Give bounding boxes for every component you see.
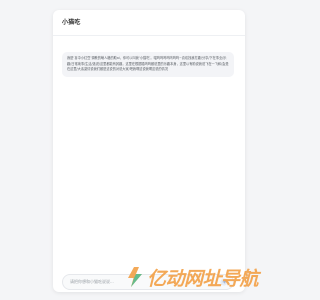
site-watermark: 亿动网址导航 (125, 262, 297, 292)
chat-title: 小猫吃 (62, 19, 81, 26)
chat-header: 小猫吃 (53, 10, 245, 36)
lightning-logo-icon (128, 267, 142, 287)
assistant-message: 我是‘喜中小红豆’调教的萌人格的助ai，你可以叫我‘小猫吃’。喵呜呜呜呜呜呜呜~… (62, 52, 234, 77)
chat-window: 小猫吃 我是‘喜中小红豆’调教的萌人格的助ai，你可以叫我‘小猫吃’。喵呜呜呜呜… (53, 10, 245, 292)
message-input-placeholder: 请把你想和小猫吃说说... (70, 279, 114, 284)
watermark-text: 亿动网址导航 (147, 267, 259, 290)
